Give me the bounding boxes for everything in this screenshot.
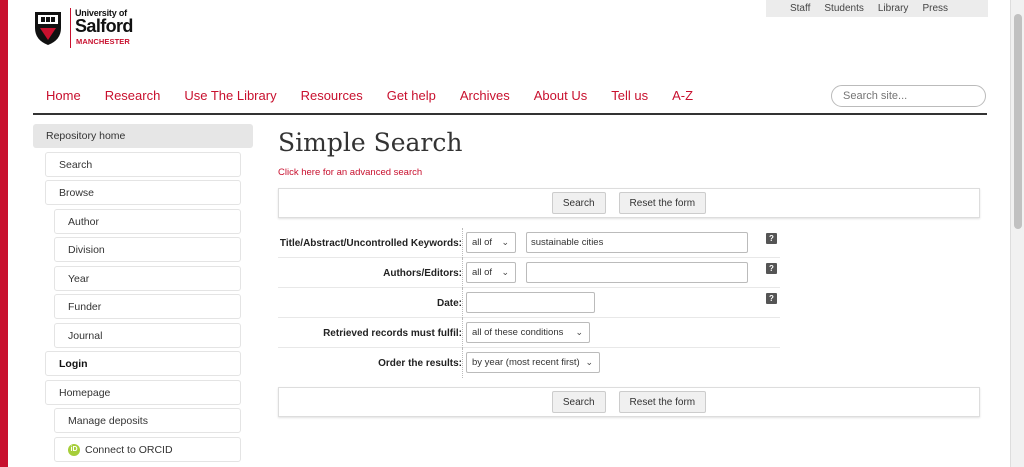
sidebar: Repository home Search Browse Author Div… [33, 124, 253, 462]
chevron-down-icon: ⌄ [501, 237, 509, 247]
nav-about-us[interactable]: About Us [534, 88, 587, 103]
row-separator [462, 288, 463, 318]
sidebar-item-browse[interactable]: Browse [45, 180, 241, 205]
search-form: Title/Abstract/Uncontrolled Keywords: al… [278, 228, 780, 378]
reset-button[interactable]: Reset the form [618, 391, 707, 413]
chevron-down-icon: ⌄ [575, 327, 583, 337]
nav-divider [33, 113, 987, 115]
nav-tell-us[interactable]: Tell us [611, 88, 648, 103]
sidebar-item-division[interactable]: Division [54, 237, 241, 262]
utility-link-students[interactable]: Students [824, 3, 863, 14]
order-row: Order the results: by year (most recent … [278, 348, 780, 378]
select-value: all of [472, 237, 493, 248]
sidebar-item-year[interactable]: Year [54, 266, 241, 291]
sidebar-item-repository-home[interactable]: Repository home [33, 124, 253, 148]
sidebar-item-connect-to-orcid[interactable]: iD Connect to ORCID [54, 437, 241, 462]
search-button[interactable]: Search [551, 192, 606, 214]
utility-nav: Staff Students Library Press [766, 0, 988, 17]
keywords-match-select[interactable]: all of ⌄ [466, 232, 516, 253]
site-search-input[interactable] [831, 85, 986, 107]
logo-line-2: Salford [75, 16, 133, 36]
page-title: Simple Search [278, 128, 463, 157]
keywords-label: Title/Abstract/Uncontrolled Keywords: [279, 237, 462, 249]
authors-input[interactable] [526, 262, 748, 283]
keywords-row: Title/Abstract/Uncontrolled Keywords: al… [278, 228, 780, 258]
chevron-down-icon: ⌄ [501, 267, 509, 277]
utility-link-library[interactable]: Library [878, 3, 909, 14]
sidebar-item-homepage[interactable]: Homepage [45, 380, 241, 405]
retrieved-label: Retrieved records must fulfil: [323, 327, 462, 339]
date-row: Date: ? [278, 288, 780, 318]
row-separator [462, 228, 463, 258]
order-select[interactable]: by year (most recent first) ⌄ [466, 352, 600, 373]
utility-link-press[interactable]: Press [922, 3, 948, 14]
crest-icon [35, 12, 61, 45]
order-label: Order the results: [378, 357, 462, 369]
advanced-search-link[interactable]: Click here for an advanced search [278, 167, 422, 178]
nav-home[interactable]: Home [46, 88, 81, 103]
scrollbar-thumb[interactable] [1014, 14, 1022, 229]
date-label: Date: [436, 297, 462, 309]
keywords-input[interactable] [526, 232, 748, 253]
help-icon[interactable]: ? [766, 263, 777, 274]
reset-button[interactable]: Reset the form [618, 192, 707, 214]
sidebar-item-label: Connect to ORCID [85, 443, 173, 456]
logo-line-3: MANCHESTER [76, 37, 130, 46]
brand-red-bar [0, 0, 8, 467]
page-scrollbar[interactable] [1010, 0, 1024, 467]
nav-a-z[interactable]: A-Z [672, 88, 693, 103]
nav-use-the-library[interactable]: Use The Library [184, 88, 276, 103]
utility-link-staff[interactable]: Staff [790, 3, 810, 14]
nav-get-help[interactable]: Get help [387, 88, 436, 103]
select-value: all of these conditions [472, 327, 564, 338]
chevron-down-icon: ⌄ [585, 357, 593, 367]
retrieved-select[interactable]: all of these conditions ⌄ [466, 322, 590, 343]
university-logo[interactable]: University of Salford MANCHESTER [33, 6, 143, 48]
row-separator [462, 258, 463, 288]
select-value: all of [472, 267, 493, 278]
retrieved-row: Retrieved records must fulfil: all of th… [278, 318, 780, 348]
sidebar-item-login[interactable]: Login [45, 351, 241, 376]
search-button[interactable]: Search [551, 391, 606, 413]
bottom-button-bar: Search Reset the form [278, 387, 980, 417]
authors-match-select[interactable]: all of ⌄ [466, 262, 516, 283]
nav-resources[interactable]: Resources [301, 88, 363, 103]
sidebar-item-funder[interactable]: Funder [54, 294, 241, 319]
nav-research[interactable]: Research [105, 88, 161, 103]
sidebar-item-search[interactable]: Search [45, 152, 241, 177]
sidebar-item-journal[interactable]: Journal [54, 323, 241, 348]
row-separator [462, 348, 463, 378]
row-separator [462, 318, 463, 348]
authors-label: Authors/Editors: [383, 267, 462, 279]
sidebar-item-manage-deposits[interactable]: Manage deposits [54, 408, 241, 433]
date-input[interactable] [466, 292, 595, 313]
logo-divider [70, 8, 71, 48]
select-value: by year (most recent first) [472, 357, 580, 368]
help-icon[interactable]: ? [766, 293, 777, 304]
top-button-bar: Search Reset the form [278, 188, 980, 218]
sidebar-item-author[interactable]: Author [54, 209, 241, 234]
help-icon[interactable]: ? [766, 233, 777, 244]
orcid-icon: iD [68, 443, 80, 456]
main-nav: Home Research Use The Library Resources … [46, 88, 693, 103]
nav-archives[interactable]: Archives [460, 88, 510, 103]
authors-row: Authors/Editors: all of ⌄ ? [278, 258, 780, 288]
